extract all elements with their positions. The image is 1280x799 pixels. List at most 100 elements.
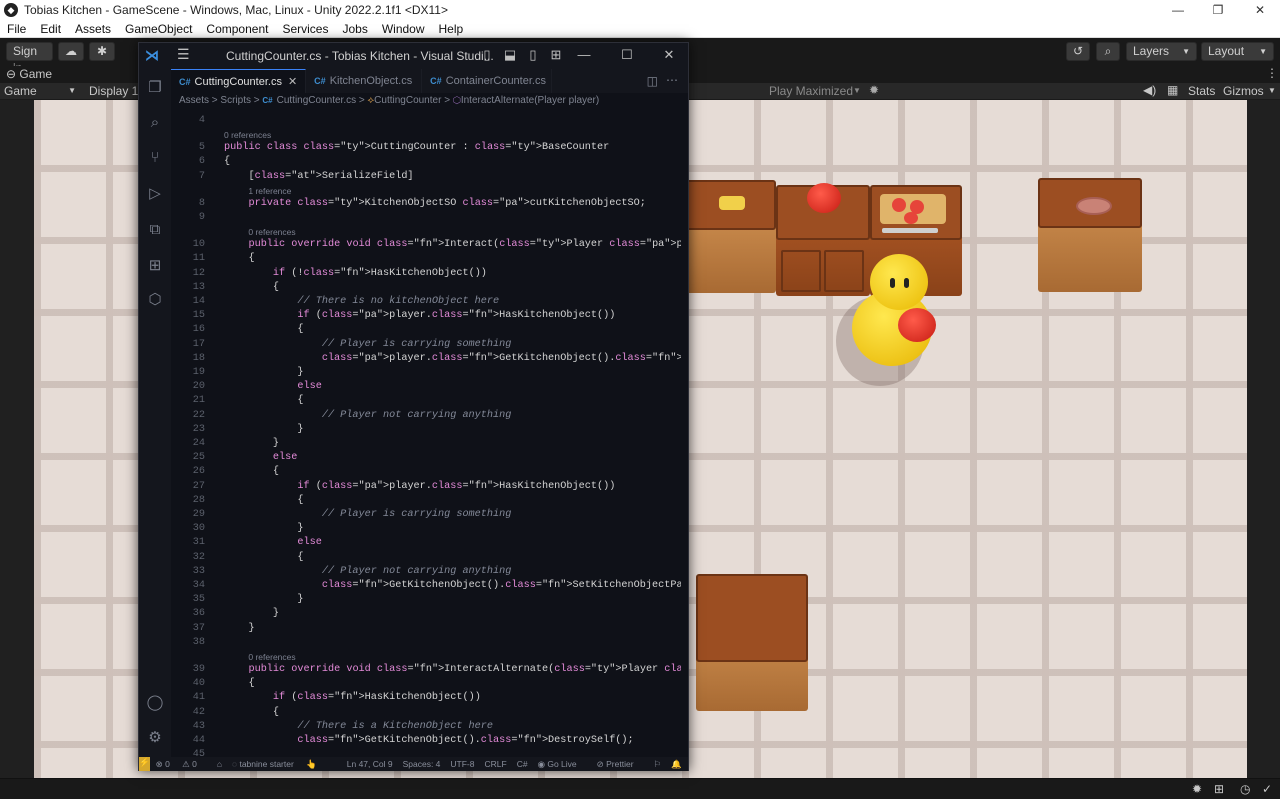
play-maximized-dropdown[interactable]: Play Maximized bbox=[769, 84, 853, 98]
more-actions-icon[interactable]: ⋯ bbox=[666, 73, 678, 87]
code-line[interactable]: } bbox=[224, 594, 303, 605]
source-control-icon[interactable]: ⑂ bbox=[146, 149, 164, 167]
display-dropdown[interactable]: Display 1 bbox=[89, 84, 138, 98]
bug-icon[interactable]: ✹ bbox=[1192, 782, 1202, 796]
vscode-close-icon[interactable]: ✕ bbox=[657, 47, 681, 63]
code-line[interactable]: { bbox=[224, 395, 303, 406]
close-icon[interactable]: ✕ bbox=[1240, 0, 1280, 20]
vscode-window[interactable]: ⋊ ☰ CuttingCounter.cs - Tobias Kitchen -… bbox=[138, 42, 689, 771]
breadcrumb-file[interactable]: CuttingCounter.cs bbox=[277, 95, 357, 106]
network-icon[interactable]: ⊞ bbox=[1214, 782, 1224, 796]
code-line[interactable]: // There is no kitchenObject here bbox=[224, 296, 499, 307]
code-line[interactable]: class="fn">GetKitchenObject().class="fn"… bbox=[224, 580, 681, 591]
code-line[interactable]: { bbox=[224, 282, 279, 293]
go-live[interactable]: ◉ Go Live bbox=[538, 759, 587, 770]
code-line[interactable]: if (!class="fn">HasKitchenObject()) bbox=[224, 268, 487, 279]
vscode-maximize-icon[interactable]: ☐ bbox=[615, 47, 639, 63]
code-line[interactable]: class="fn">GetKitchenObject().class="fn"… bbox=[224, 735, 633, 746]
code-lens-references[interactable]: 0 references bbox=[248, 652, 295, 662]
account-icon[interactable]: ◯ bbox=[146, 694, 164, 712]
code-line[interactable]: class="pa">player.class="fn">GetKitchenO… bbox=[224, 353, 681, 364]
menu-icon[interactable]: ☰ bbox=[177, 46, 190, 63]
code-line[interactable]: { bbox=[224, 253, 254, 264]
remote-indicator-icon[interactable]: ⚡ bbox=[139, 757, 150, 771]
check-icon[interactable]: ✓ bbox=[1262, 782, 1272, 796]
menu-assets[interactable]: Assets bbox=[68, 22, 118, 36]
code-line[interactable]: public override void class="fn">Interact… bbox=[224, 664, 681, 675]
feedback-icon[interactable]: ⚐ bbox=[654, 759, 662, 770]
code-line[interactable]: } bbox=[224, 424, 303, 435]
prettier[interactable]: ⊘ Prettier bbox=[597, 759, 644, 770]
code-line[interactable]: public override void class="fn">Interact… bbox=[224, 239, 681, 250]
code-line[interactable]: } bbox=[224, 367, 303, 378]
code-line[interactable]: } bbox=[224, 623, 254, 634]
menu-component[interactable]: Component bbox=[199, 22, 275, 36]
gizmos-button[interactable]: Gizmos bbox=[1223, 84, 1264, 98]
breadcrumb-class[interactable]: CuttingCounter bbox=[374, 95, 441, 106]
code-line[interactable]: // Player not carrying anything bbox=[224, 566, 512, 577]
tab-game[interactable]: ⊖ Game bbox=[6, 67, 52, 81]
breadcrumb-method[interactable]: InteractAlternate(Player player) bbox=[461, 95, 599, 106]
breadcrumb-assets[interactable]: Assets bbox=[179, 95, 209, 106]
remote-explorer-icon[interactable]: ⧉ bbox=[146, 221, 164, 239]
code-line[interactable]: if (class="fn">HasKitchenObject()) bbox=[224, 692, 481, 703]
code-line[interactable]: { bbox=[224, 156, 230, 167]
end-of-line[interactable]: CRLF bbox=[485, 759, 507, 769]
code-line[interactable]: { bbox=[224, 707, 279, 718]
extensions-icon[interactable]: ⊞ bbox=[146, 257, 164, 275]
code-line[interactable]: [class="at">SerializeField] bbox=[224, 171, 413, 182]
code-line[interactable]: { bbox=[224, 495, 303, 506]
bell-outline-icon[interactable]: ⌂ bbox=[217, 759, 222, 769]
restore-icon[interactable]: ❐ bbox=[1198, 0, 1238, 20]
stats-button[interactable]: Stats bbox=[1188, 84, 1215, 98]
collab-icon[interactable]: ✱ bbox=[89, 42, 115, 61]
history-icon[interactable]: ↺ bbox=[1066, 42, 1090, 61]
code-line[interactable]: // Player is carrying something bbox=[224, 509, 512, 520]
encoding[interactable]: UTF-8 bbox=[450, 759, 474, 769]
layers-dropdown[interactable]: Layers ▼ bbox=[1126, 42, 1197, 61]
code-editor[interactable]: 4 0 references 5 public class class="ty">Cu… bbox=[171, 115, 681, 757]
code-line[interactable]: { bbox=[224, 324, 303, 335]
code-line[interactable]: else bbox=[224, 537, 321, 548]
notifications-icon[interactable]: 🔔 bbox=[671, 759, 682, 770]
menu-file[interactable]: File bbox=[0, 22, 33, 36]
close-tab-icon[interactable]: ✕ bbox=[288, 75, 297, 88]
tab-kitchenobject[interactable]: C# KitchenObject.cs bbox=[306, 69, 423, 93]
customize-layout-icon[interactable]: ⊞ bbox=[544, 47, 568, 63]
layout-dropdown[interactable]: Layout ▼ bbox=[1201, 42, 1274, 61]
sign-in-button[interactable]: Sign in bbox=[6, 42, 53, 75]
menu-services[interactable]: Services bbox=[275, 22, 335, 36]
tab-containercounter[interactable]: C# ContainerCounter.cs bbox=[422, 69, 553, 93]
menu-help[interactable]: Help bbox=[432, 22, 471, 36]
code-lens-references[interactable]: 0 references bbox=[248, 227, 295, 237]
menu-window[interactable]: Window bbox=[375, 22, 432, 36]
code-line[interactable]: { bbox=[224, 466, 279, 477]
code-line[interactable]: } bbox=[224, 438, 279, 449]
menu-gameobject[interactable]: GameObject bbox=[118, 22, 199, 36]
search-icon[interactable]: ⌕ bbox=[146, 114, 164, 132]
minimize-icon[interactable]: — bbox=[1158, 0, 1198, 20]
unity-icon[interactable]: ⬡ bbox=[146, 291, 164, 309]
code-line[interactable]: // Player not carrying anything bbox=[224, 410, 512, 421]
code-line[interactable]: // There is a KitchenObject here bbox=[224, 721, 493, 732]
grid-icon[interactable]: ▦ bbox=[1167, 83, 1178, 97]
tab-cuttingcounter[interactable]: C# CuttingCounter.cs ✕ bbox=[171, 69, 307, 93]
explorer-icon[interactable]: ❐ bbox=[146, 79, 164, 97]
toggle-secondary-sidebar-icon[interactable]: ▯ bbox=[521, 47, 545, 63]
progress-icon[interactable]: ◷ bbox=[1240, 782, 1250, 796]
toggle-panel-icon[interactable]: ⬓ bbox=[498, 47, 522, 63]
breadcrumb-scripts[interactable]: Scripts bbox=[220, 95, 251, 106]
cursor-position[interactable]: Ln 47, Col 9 bbox=[347, 759, 393, 769]
code-line[interactable]: if (class="pa">player.class="fn">HasKitc… bbox=[224, 310, 615, 321]
game-mode-dropdown[interactable]: Game ▼ bbox=[4, 84, 78, 98]
code-lens-references[interactable]: 1 reference bbox=[248, 186, 291, 196]
vscode-minimize-icon[interactable]: — bbox=[572, 47, 596, 62]
audio-icon[interactable]: ◀) bbox=[1143, 83, 1156, 97]
code-line[interactable]: } bbox=[224, 608, 279, 619]
toggle-sidebar-icon[interactable]: ▯ bbox=[475, 47, 499, 63]
code-line[interactable]: private class="ty">KitchenObjectSO class… bbox=[224, 198, 645, 209]
code-lens-references[interactable]: 0 references bbox=[224, 130, 271, 140]
split-editor-icon[interactable]: ◫ bbox=[647, 74, 658, 88]
code-line[interactable]: public class class="ty">CuttingCounter :… bbox=[224, 142, 609, 153]
settings-gear-icon[interactable]: ⚙ bbox=[146, 729, 164, 747]
